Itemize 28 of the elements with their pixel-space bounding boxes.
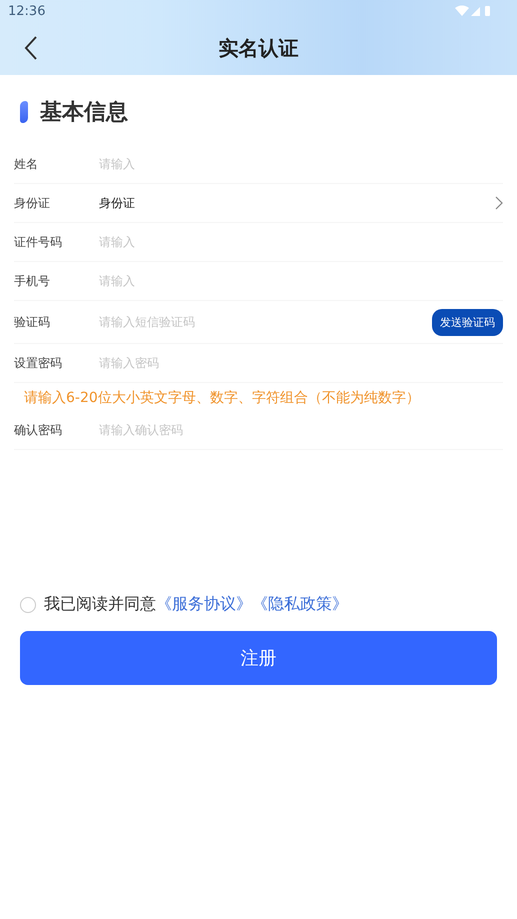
send-code-button[interactable]: 发送验证码 (432, 308, 503, 336)
chevron-right-icon[interactable] (495, 196, 503, 210)
policy-link[interactable]: 《服务协议》 (156, 594, 252, 615)
field-label: 设置密码 (14, 354, 63, 372)
page-title: 实名认证 (218, 35, 298, 62)
input-field[interactable]: 请输入 (99, 274, 503, 288)
section-title: 基本信息 (40, 99, 128, 127)
status-time: 12:36 (8, 4, 46, 18)
status-icons (455, 5, 491, 17)
field-label: 姓名 (14, 156, 39, 172)
field-label: 身份证 (14, 194, 51, 212)
password-hint: 请输入6-20位大小英文字母、数字、字符组合（不能为纯数字） (23, 389, 421, 408)
policy-link[interactable]: 《隐私政策》 (252, 594, 348, 615)
field-label: 验证码 (14, 314, 51, 330)
field-label: 手机号 (14, 272, 51, 290)
back-icon[interactable] (24, 35, 38, 61)
input-field[interactable]: 请输入密码 (99, 356, 503, 370)
agreement-text: 我已阅读并同意 (44, 594, 156, 615)
field-label: 确认密码 (14, 422, 63, 438)
section-accent (20, 101, 28, 123)
agreement-checkbox[interactable] (20, 596, 36, 612)
field-label: 证件号码 (14, 234, 63, 250)
input-field[interactable]: 请输入短信验证码 (99, 315, 432, 329)
input-field[interactable]: 请输入确认密码 (99, 423, 503, 437)
register-button[interactable]: 注册 (20, 631, 497, 685)
input-field[interactable]: 请输入 (99, 235, 503, 249)
select-value[interactable]: 身份证 (99, 194, 495, 212)
input-field[interactable]: 请输入 (99, 157, 503, 171)
